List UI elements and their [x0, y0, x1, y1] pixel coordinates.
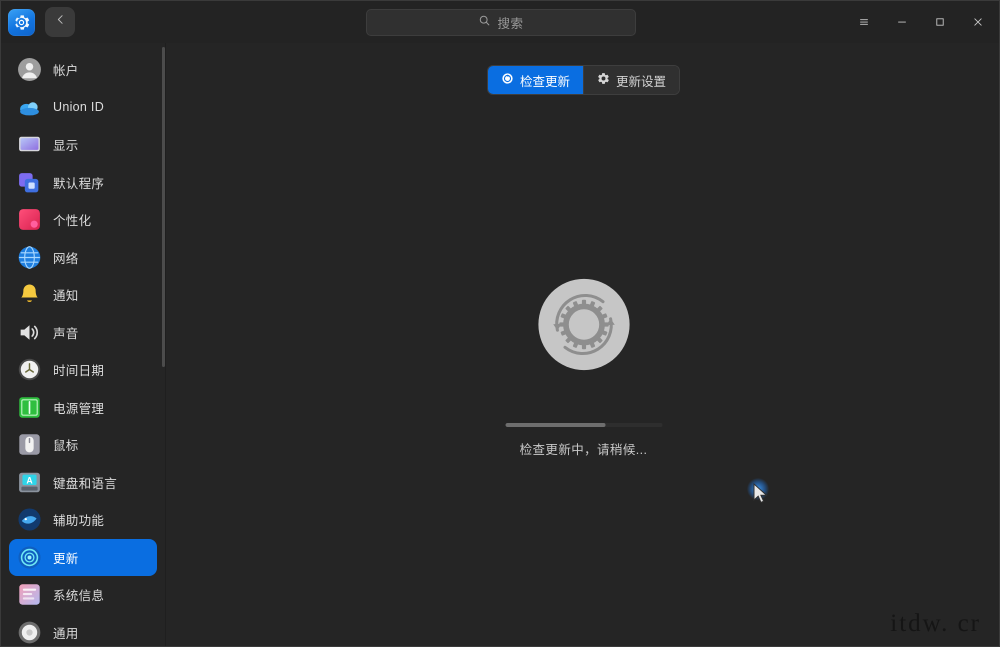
- pointer-busy-cursor: [747, 478, 773, 504]
- sidebar-item-label: 键盘和语言: [53, 476, 118, 491]
- mouse-icon: [17, 432, 42, 457]
- sidebar-item-power[interactable]: 电源管理: [9, 389, 157, 427]
- update-status-text: 检查更新中，请稍候...: [519, 443, 648, 457]
- sidebar-item-accessibility[interactable]: 辅助功能: [9, 501, 157, 539]
- default-apps-icon: [17, 170, 42, 195]
- sidebar-item-update[interactable]: 更新: [9, 538, 157, 576]
- minimize-icon[interactable]: [883, 7, 921, 37]
- system-info-icon: [17, 582, 42, 607]
- keyboard-icon: A: [17, 470, 42, 495]
- sidebar-item-account[interactable]: 帐户: [9, 51, 157, 89]
- accessibility-icon: [17, 507, 42, 532]
- sidebar-item-label: 更新: [53, 551, 79, 566]
- maximize-icon[interactable]: [921, 7, 959, 37]
- settings-gear-icon: [8, 8, 35, 36]
- sidebar-item-system-info[interactable]: 系统信息: [9, 576, 157, 614]
- window-controls: [845, 1, 997, 43]
- sidebar-item-network[interactable]: 网络: [9, 239, 157, 277]
- display-icon: [17, 132, 42, 157]
- sidebar-item-general[interactable]: 通用: [9, 614, 157, 647]
- update-settings-label: 更新设置: [616, 74, 667, 89]
- sidebar-item-label: 声音: [53, 326, 79, 341]
- sidebar-item-label: 默认程序: [53, 176, 105, 191]
- hamburger-menu-icon[interactable]: [845, 7, 883, 37]
- sidebar-item-union-id[interactable]: Union ID: [9, 89, 157, 127]
- update-icon: [17, 545, 42, 570]
- update-gear-spinner-icon: [536, 277, 631, 372]
- power-icon: [17, 395, 42, 420]
- sidebar-item-label: 网络: [53, 251, 79, 266]
- network-icon: [17, 245, 42, 270]
- sidebar-item-sound[interactable]: 声音: [9, 314, 157, 352]
- update-progress-fill: [505, 423, 606, 427]
- sidebar-item-label: 时间日期: [53, 364, 105, 379]
- sidebar-item-label: 鼠标: [53, 439, 79, 454]
- sound-speaker-icon: [17, 320, 42, 345]
- gear-icon: [597, 72, 610, 88]
- window-titlebar: 搜索: [1, 1, 999, 43]
- sidebar-item-label: 电源管理: [53, 401, 105, 416]
- search-input[interactable]: 搜索: [366, 9, 636, 36]
- update-progress-bar: [505, 423, 662, 427]
- settings-sidebar: 帐户 Union ID 显示 默认程序 个性化 网络 通知 声音 时间日期 电源…: [1, 43, 165, 647]
- general-icon: [17, 620, 42, 645]
- search-icon: [478, 14, 491, 32]
- personalize-icon: [17, 207, 42, 232]
- check-update-button[interactable]: 检查更新: [487, 66, 583, 94]
- sidebar-item-label: 系统信息: [53, 589, 105, 604]
- sidebar-item-notifications[interactable]: 通知: [9, 276, 157, 314]
- notification-bell-icon: [17, 282, 42, 307]
- settings-window: 搜索 帐户 Union ID 显示 默认程序 个性化 网络 通知 声音 时间日期…: [0, 0, 1000, 647]
- sidebar-item-label: 辅助功能: [53, 514, 105, 529]
- sidebar-item-label: 显示: [53, 139, 79, 154]
- sync-refresh-icon: [501, 72, 514, 88]
- watermark: itdw. cr: [890, 610, 981, 637]
- close-icon[interactable]: [959, 7, 997, 37]
- sidebar-item-default-apps[interactable]: 默认程序: [9, 164, 157, 202]
- sidebar-item-personalization[interactable]: 个性化: [9, 201, 157, 239]
- sidebar-item-label: 帐户: [53, 64, 79, 79]
- sidebar-item-label: 通用: [53, 626, 79, 641]
- sidebar-item-datetime[interactable]: 时间日期: [9, 351, 157, 389]
- sidebar-item-label: Union ID: [53, 100, 105, 115]
- search-placeholder: 搜索: [497, 17, 524, 31]
- clock-icon: [17, 357, 42, 382]
- update-panel: 检查更新 更新设置 检查更新中，请稍候...: [166, 43, 999, 646]
- sidebar-item-mouse[interactable]: 鼠标: [9, 426, 157, 464]
- check-update-label: 检查更新: [519, 74, 570, 89]
- svg-text:A: A: [26, 475, 33, 485]
- back-button[interactable]: [45, 7, 75, 37]
- account-icon: [17, 57, 42, 82]
- cloud-icon: [17, 95, 42, 120]
- update-action-group: 检查更新 更新设置: [486, 65, 681, 95]
- sidebar-item-display[interactable]: 显示: [9, 126, 157, 164]
- sidebar-item-label: 个性化: [53, 214, 92, 229]
- sidebar-item-keyboard-language[interactable]: A 键盘和语言: [9, 464, 157, 502]
- update-toolbar: 检查更新 更新设置: [166, 65, 999, 95]
- chevron-left-icon: [54, 13, 67, 31]
- sidebar-item-label: 通知: [53, 289, 79, 304]
- update-settings-button[interactable]: 更新设置: [583, 66, 680, 94]
